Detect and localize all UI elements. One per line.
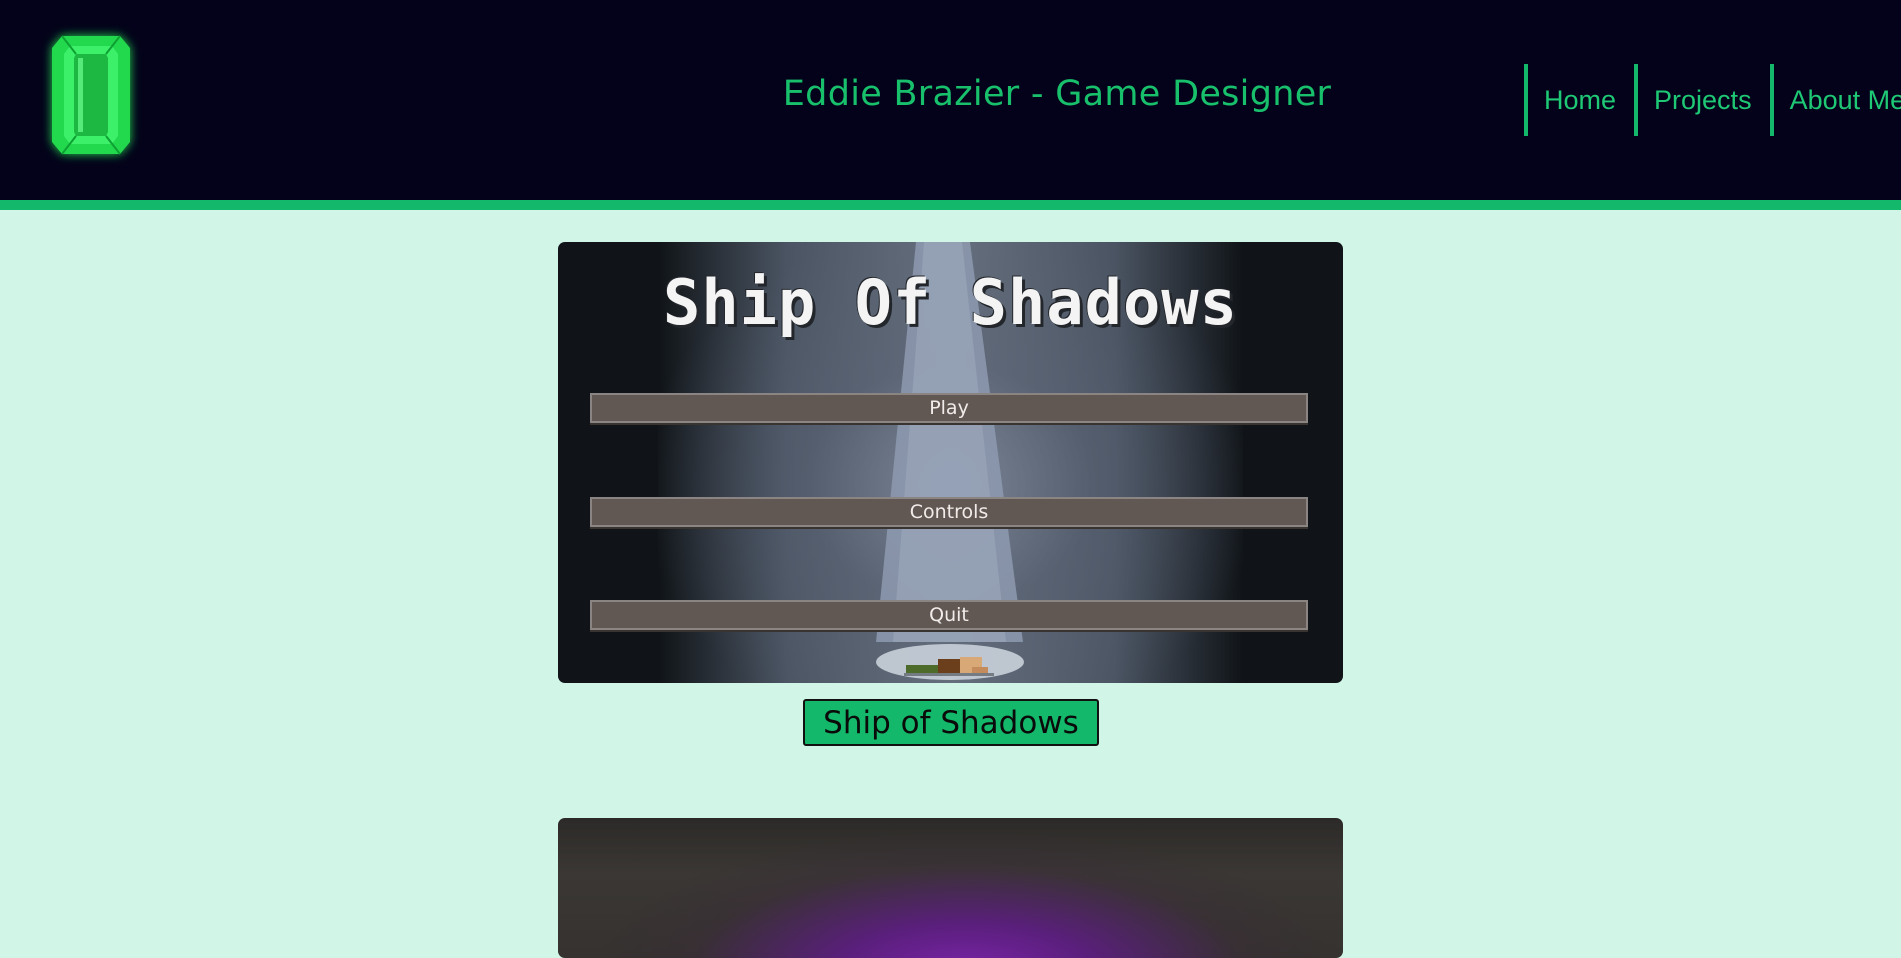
sleeping-character-sprite bbox=[904, 657, 994, 676]
nav-home-link[interactable]: Home bbox=[1524, 64, 1634, 136]
project-card-next[interactable] bbox=[558, 818, 1343, 958]
controls-button[interactable]: Controls bbox=[590, 497, 1308, 527]
site-title: Eddie Brazier - Game Designer bbox=[782, 74, 1332, 114]
game-title: Ship Of Shadows bbox=[663, 266, 1238, 339]
project-title-button[interactable]: Ship of Shadows bbox=[803, 699, 1099, 746]
site-header: Eddie Brazier - Game Designer Home Proje… bbox=[0, 0, 1901, 200]
header-divider bbox=[0, 200, 1901, 210]
main-nav: Home Projects About Me bbox=[1524, 64, 1901, 136]
nav-projects-link[interactable]: Projects bbox=[1634, 64, 1770, 136]
green-emerald-gem-icon[interactable] bbox=[40, 24, 142, 166]
project-card-ship-of-shadows[interactable]: Ship Of Shadows Play Controls Quit bbox=[558, 242, 1343, 683]
quit-button[interactable]: Quit bbox=[590, 600, 1308, 630]
nav-about-me-link[interactable]: About Me bbox=[1769, 64, 1901, 136]
play-button[interactable]: Play bbox=[590, 393, 1308, 423]
